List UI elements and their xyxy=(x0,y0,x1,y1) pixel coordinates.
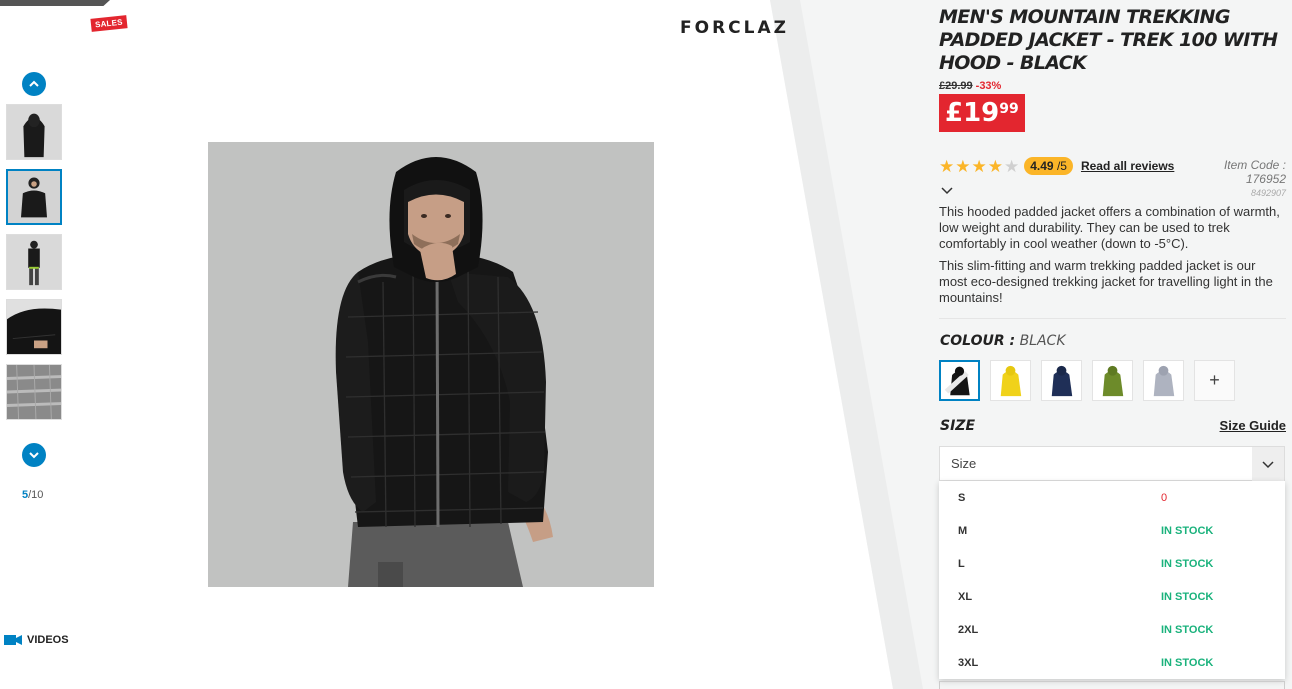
size-name: XL xyxy=(958,590,973,603)
current-price: £19 99 xyxy=(939,94,1025,132)
price-decimal: 99 xyxy=(999,101,1019,117)
size-option[interactable]: 3XL IN STOCK xyxy=(939,646,1285,679)
size-option[interactable]: S0 xyxy=(939,481,1285,514)
main-product-image[interactable] xyxy=(208,142,654,587)
size-name: S xyxy=(958,491,966,504)
thumbnail-list xyxy=(6,104,62,429)
rating-row: ★ ★ ★ ★ ★ 4.49 /5 Read all reviews xyxy=(939,157,1174,175)
swatch-navy[interactable] xyxy=(1041,360,1082,401)
item-code-block: Item Code : 176952 8492907 xyxy=(1224,158,1286,200)
size-option[interactable]: XL IN STOCK xyxy=(939,580,1285,613)
item-subcode: 8492907 xyxy=(1250,188,1286,198)
size-name: L xyxy=(958,557,965,570)
brand-logo: FORCLAZ xyxy=(680,18,789,38)
item-code: 176952 xyxy=(1245,172,1286,186)
gallery-up-button[interactable] xyxy=(22,72,46,96)
read-reviews-link[interactable]: Read all reviews xyxy=(1081,159,1174,173)
star-rating: ★ ★ ★ ★ ★ xyxy=(939,158,1020,175)
star-icon: ★ xyxy=(955,156,971,176)
colour-value: BLACK xyxy=(1019,333,1066,349)
thumbnail[interactable] xyxy=(6,364,62,420)
size-dropdown-list: S0 M IN STOCK L IN STOCK XL IN STOCK 2XL IN … xyxy=(939,481,1285,679)
old-price-row: £29.99 -33% xyxy=(939,80,1001,92)
gallery-down-button[interactable] xyxy=(22,443,46,467)
expand-chevron-icon[interactable] xyxy=(940,182,954,200)
divider xyxy=(939,318,1286,319)
size-name: M xyxy=(958,524,968,537)
item-code-label: Item Code : xyxy=(1223,158,1286,172)
colour-label: COLOUR : BLACK xyxy=(940,333,1066,349)
size-stock: IN STOCK xyxy=(1161,590,1214,603)
old-price: £29.99 xyxy=(939,80,973,92)
chevron-down-icon xyxy=(29,452,39,459)
chevron-up-icon xyxy=(29,80,39,87)
rating-denominator: /5 xyxy=(1056,159,1067,173)
thumbnail[interactable] xyxy=(6,299,62,355)
size-name: 2XL xyxy=(958,623,979,636)
size-stock: 0 xyxy=(1161,491,1168,504)
star-icon: ★ xyxy=(1004,156,1020,176)
videos-button[interactable]: VIDEOS xyxy=(4,634,69,646)
top-bar xyxy=(0,0,110,6)
swatch-black[interactable] xyxy=(939,360,980,401)
size-guide-link[interactable]: Size Guide xyxy=(1220,418,1286,433)
size-stock: IN STOCK xyxy=(1161,623,1214,636)
price-integer: £19 xyxy=(945,98,1000,128)
size-name: 3XL xyxy=(958,656,979,669)
size-label: SIZE xyxy=(940,418,976,434)
next-section-edge xyxy=(939,681,1285,689)
size-stock: IN STOCK xyxy=(1161,656,1214,669)
product-page: SALES FORCLAZ 5/10 VIDEOS MEN'S MOUNTAIN… xyxy=(0,0,1292,689)
rating-value: 4.49 xyxy=(1030,159,1054,173)
size-option[interactable]: M IN STOCK xyxy=(939,514,1285,547)
discount-percent: -33% xyxy=(975,80,1002,92)
thumbnail[interactable] xyxy=(6,104,62,160)
size-option[interactable]: L IN STOCK xyxy=(939,547,1285,580)
product-description: This hooded padded jacket offers a combi… xyxy=(939,204,1284,312)
rating-badge: 4.49 /5 xyxy=(1024,157,1073,175)
star-icon: ★ xyxy=(939,156,955,176)
swatch-khaki[interactable] xyxy=(1092,360,1133,401)
product-title: MEN'S MOUNTAIN TREKKING PADDED JACKET - … xyxy=(939,6,1278,74)
colour-swatches: + xyxy=(939,360,1245,401)
chevron-down-icon xyxy=(1252,447,1284,481)
size-stock: IN STOCK xyxy=(1161,524,1214,537)
size-placeholder: Size xyxy=(951,456,977,471)
description-paragraph: This slim-fitting and warm trekking padd… xyxy=(939,258,1273,305)
size-stock: IN STOCK xyxy=(1161,557,1214,570)
description-paragraph: This hooded padded jacket offers a combi… xyxy=(939,204,1280,251)
thumbnail[interactable] xyxy=(6,169,62,225)
videos-label: VIDEOS xyxy=(27,634,69,646)
colour-heading: COLOUR : xyxy=(940,333,1016,349)
video-camera-icon xyxy=(4,635,22,645)
thumbnail[interactable] xyxy=(6,234,62,290)
size-option[interactable]: 2XL IN STOCK xyxy=(939,613,1285,646)
star-icon: ★ xyxy=(987,156,1003,176)
counter-total: /10 xyxy=(28,489,44,501)
more-colours-button[interactable]: + xyxy=(1194,360,1235,401)
swatch-grey[interactable] xyxy=(1143,360,1184,401)
gallery-counter: 5/10 xyxy=(22,489,43,501)
size-select[interactable]: Size xyxy=(939,446,1285,481)
star-icon: ★ xyxy=(971,156,987,176)
swatch-yellow[interactable] xyxy=(990,360,1031,401)
